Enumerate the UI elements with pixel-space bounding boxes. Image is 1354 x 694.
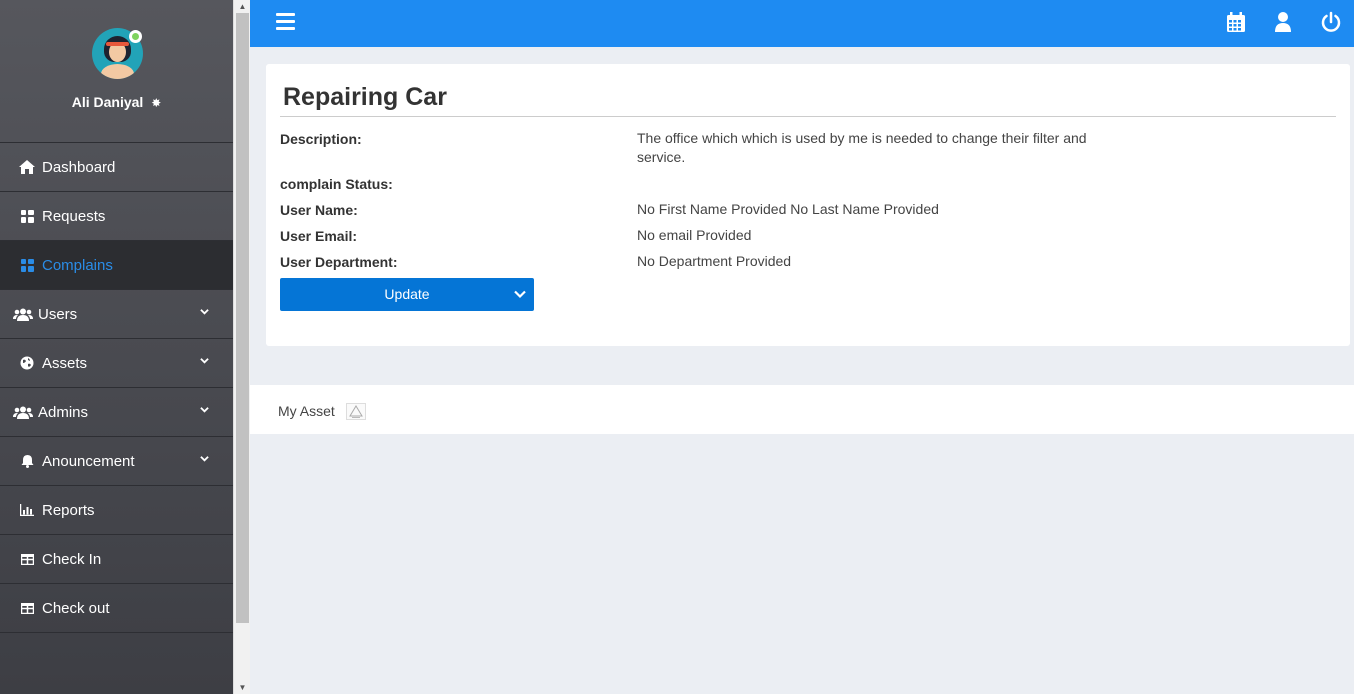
description-label: Description: (280, 131, 362, 147)
table-icon (17, 553, 37, 565)
asset-bar: My Asset (250, 385, 1354, 434)
chevron-down-icon (200, 407, 209, 413)
grid-icon (17, 258, 37, 272)
update-button-label: Update (384, 286, 430, 302)
chart-icon (17, 504, 37, 516)
user-icon[interactable] (1272, 11, 1294, 33)
title-divider (280, 116, 1336, 117)
my-asset-link[interactable]: My Asset (278, 403, 335, 419)
gear-icon[interactable]: ✸ (151, 96, 161, 110)
sidebar-item-label: Admins (38, 403, 89, 421)
sidebar-item-check-in[interactable]: Check In (0, 535, 233, 584)
online-status-indicator (129, 30, 142, 43)
page-title: Repairing Car (283, 83, 447, 111)
sidebar-item-check-out[interactable]: Check out (0, 584, 233, 633)
sidebar-item-complains[interactable]: Complains (0, 241, 233, 290)
chevron-down-icon (514, 290, 526, 299)
table-icon (17, 602, 37, 614)
sidebar-item-label: Complains (42, 256, 113, 274)
users-icon (13, 308, 33, 321)
users-icon (13, 406, 33, 419)
sidebar-item-dashboard[interactable]: Dashboard (0, 143, 233, 192)
update-dropdown-button[interactable]: Update (280, 278, 534, 311)
sidebar-item-label: Assets (42, 354, 88, 372)
sidebar-item-label: Reports (42, 501, 95, 519)
complain-status-label: complain Status: (280, 176, 393, 192)
globe-icon (17, 356, 37, 370)
sidebar-item-label: Check out (42, 599, 110, 617)
sidebar-item-anouncement[interactable]: Anouncement (0, 437, 233, 486)
top-bar (250, 0, 1354, 47)
scroll-up-arrow-icon[interactable]: ▲ (234, 0, 251, 13)
profile-name-row: Ali Daniyal ✸ (0, 94, 233, 110)
complaint-card: Repairing Car Description: The office wh… (266, 64, 1350, 346)
sidebar-item-reports[interactable]: Reports (0, 486, 233, 535)
sidebar-item-admins[interactable]: Admins (0, 388, 233, 437)
sidebar-item-label: Check In (42, 550, 102, 568)
user-name-value: No First Name Provided No Last Name Prov… (637, 201, 939, 217)
description-value: The office which which is used by me is … (637, 130, 1087, 165)
sidebar-nav: Dashboard Requests Complains Users Asset… (0, 143, 233, 633)
sidebar-item-users[interactable]: Users (0, 290, 233, 339)
home-icon (17, 160, 37, 174)
sidebar-item-label: Dashboard (42, 158, 116, 176)
sidebar: Ali Daniyal ✸ Dashboard Requests Complai… (0, 0, 233, 694)
sidebar-item-label: Requests (42, 207, 106, 225)
sidebar-item-assets[interactable]: Assets (0, 339, 233, 388)
user-department-label: User Department: (280, 254, 398, 270)
sidebar-item-requests[interactable]: Requests (0, 192, 233, 241)
sidebar-scrollbar[interactable]: ▲ ▼ (233, 0, 250, 694)
menu-icon[interactable] (276, 13, 295, 30)
user-email-value: No email Provided (637, 227, 752, 243)
user-email-label: User Email: (280, 228, 358, 244)
chevron-down-icon (200, 358, 209, 364)
grid-icon (17, 209, 37, 223)
chevron-down-icon (200, 456, 209, 462)
chevron-down-icon (200, 309, 209, 315)
calendar-icon[interactable] (1225, 11, 1247, 33)
scroll-down-arrow-icon[interactable]: ▼ (234, 681, 251, 694)
sidebar-item-label: Users (38, 305, 78, 323)
asset-thumbnail-image-icon[interactable] (346, 403, 366, 420)
profile-name: Ali Daniyal (71, 94, 144, 110)
sidebar-item-label: Anouncement (42, 452, 135, 470)
bell-icon (17, 454, 37, 468)
profile-panel: Ali Daniyal ✸ (0, 0, 233, 143)
user-name-label: User Name: (280, 202, 358, 218)
power-icon[interactable] (1320, 11, 1342, 33)
scrollbar-thumb[interactable] (236, 13, 249, 623)
user-department-value: No Department Provided (637, 253, 792, 269)
